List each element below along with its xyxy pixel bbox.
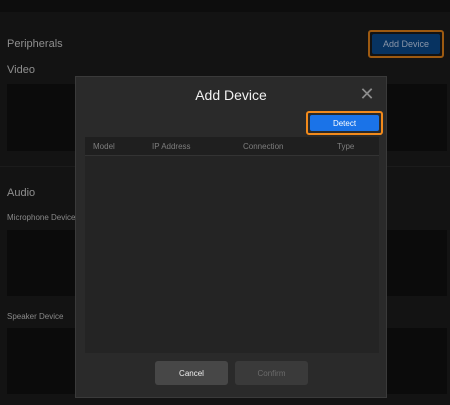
column-model: Model: [93, 142, 115, 151]
detect-button[interactable]: Detect: [306, 111, 383, 135]
cancel-button[interactable]: Cancel: [155, 361, 228, 385]
add-device-dialog: Add Device ✕ Detect Model IP Address Con…: [75, 76, 387, 398]
close-icon[interactable]: ✕: [358, 85, 376, 103]
column-ip-address: IP Address: [152, 142, 191, 151]
table-body: [85, 156, 379, 353]
dialog-title: Add Device: [195, 87, 267, 103]
confirm-button[interactable]: Confirm: [235, 361, 308, 385]
device-table: Model IP Address Connection Type: [85, 137, 379, 353]
column-type: Type: [337, 142, 355, 151]
detect-label: Detect: [310, 115, 379, 131]
column-connection: Connection: [243, 142, 284, 151]
table-header: Model IP Address Connection Type: [85, 137, 379, 156]
